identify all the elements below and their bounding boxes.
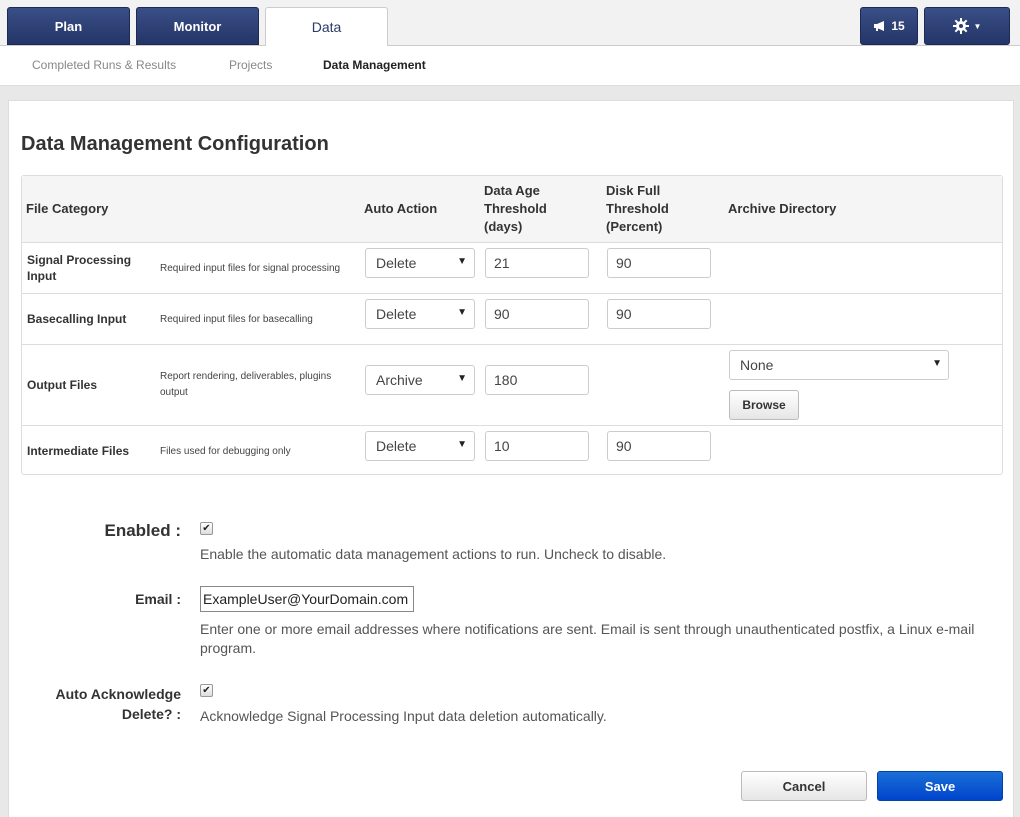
subnav-projects[interactable]: Projects — [229, 58, 272, 72]
enabled-label: Enabled : — [104, 521, 181, 540]
dropdown-caret-icon: ▼ — [457, 373, 467, 384]
table-row: Intermediate Files Files used for debugg… — [22, 426, 1002, 475]
email-help-text: Enter one or more email addresses where … — [200, 621, 975, 656]
notifications-button[interactable]: 15 — [860, 7, 918, 45]
sub-nav: Completed Runs & Results Projects Data M… — [0, 46, 1020, 86]
chevron-down-icon: ▼ — [973, 21, 982, 31]
gear-icon — [952, 18, 969, 34]
disk-full-input[interactable]: 90 — [607, 248, 711, 278]
table-row: Basecalling Input Required input files f… — [22, 294, 1002, 345]
subnav-completed-runs[interactable]: Completed Runs & Results — [32, 58, 176, 72]
header-file-category: File Category — [26, 201, 109, 216]
header-data-age: Data Age Threshold (days) — [484, 183, 547, 234]
enabled-checkbox[interactable]: ✔ — [200, 522, 213, 535]
tab-monitor[interactable]: Monitor — [136, 7, 259, 45]
auto-acknowledge-label: Auto Acknowledge Delete? : — [55, 686, 182, 722]
data-age-input[interactable]: 21 — [485, 248, 589, 278]
auto-action-select[interactable]: Delete ▼ — [365, 248, 475, 278]
row-category: Signal Processing Input — [27, 253, 132, 283]
dropdown-caret-icon: ▼ — [457, 439, 467, 450]
row-category: Basecalling Input — [27, 312, 127, 326]
data-age-input[interactable]: 90 — [485, 299, 589, 329]
notification-count: 15 — [891, 19, 905, 33]
browse-button[interactable]: Browse — [729, 390, 799, 420]
auto-action-select[interactable]: Delete ▼ — [365, 431, 475, 461]
row-description: Required input files for basecalling — [160, 314, 313, 325]
top-nav-bar: Plan Monitor Data 15 ▼ — [0, 0, 1020, 46]
dropdown-caret-icon: ▼ — [457, 256, 467, 267]
disk-full-input[interactable]: 90 — [607, 431, 711, 461]
dropdown-caret-icon: ▼ — [457, 307, 467, 318]
auto-acknowledge-help-text: Acknowledge Signal Processing Input data… — [200, 708, 607, 724]
subnav-data-management[interactable]: Data Management — [323, 58, 426, 72]
page-title: Data Management Configuration — [21, 133, 329, 155]
dropdown-caret-icon: ▼ — [932, 358, 942, 369]
row-category: Intermediate Files — [27, 444, 130, 458]
megaphone-icon — [874, 21, 885, 31]
row-description: Files used for debugging only — [160, 446, 291, 457]
archive-directory-select[interactable]: None ▼ — [729, 350, 949, 380]
row-category: Output Files — [27, 378, 97, 392]
auto-acknowledge-checkbox[interactable]: ✔ — [200, 684, 213, 697]
header-disk-full: Disk Full Threshold (Percent) — [606, 183, 669, 234]
table-row: Signal Processing Input Required input f… — [22, 243, 1002, 294]
data-management-table: File Category Auto Action Data Age Thres… — [21, 175, 1003, 475]
auto-action-select[interactable]: Archive ▼ — [365, 365, 475, 395]
settings-menu-button[interactable]: ▼ — [924, 7, 1010, 45]
tab-plan[interactable]: Plan — [7, 7, 130, 45]
tab-data[interactable]: Data — [265, 7, 388, 46]
data-age-input[interactable]: 10 — [485, 431, 589, 461]
save-button[interactable]: Save — [877, 771, 1003, 801]
table-header: File Category Auto Action Data Age Thres… — [22, 176, 1002, 243]
email-label: Email : — [135, 591, 181, 607]
auto-action-select[interactable]: Delete ▼ — [365, 299, 475, 329]
data-age-input[interactable]: 180 — [485, 365, 589, 395]
email-field[interactable]: ExampleUser@YourDomain.com — [200, 586, 414, 612]
row-description: Report rendering, deliverables, plugins … — [160, 371, 332, 398]
disk-full-input[interactable]: 90 — [607, 299, 711, 329]
main-panel: Data Management Configuration File Categ… — [8, 100, 1014, 817]
enabled-help-text: Enable the automatic data management act… — [200, 546, 667, 562]
row-description: Required input files for signal processi… — [160, 263, 341, 274]
cancel-button[interactable]: Cancel — [741, 771, 867, 801]
header-auto-action: Auto Action — [364, 201, 438, 216]
header-archive-directory: Archive Directory — [728, 201, 837, 216]
table-row: Output Files Report rendering, deliverab… — [22, 345, 1002, 426]
